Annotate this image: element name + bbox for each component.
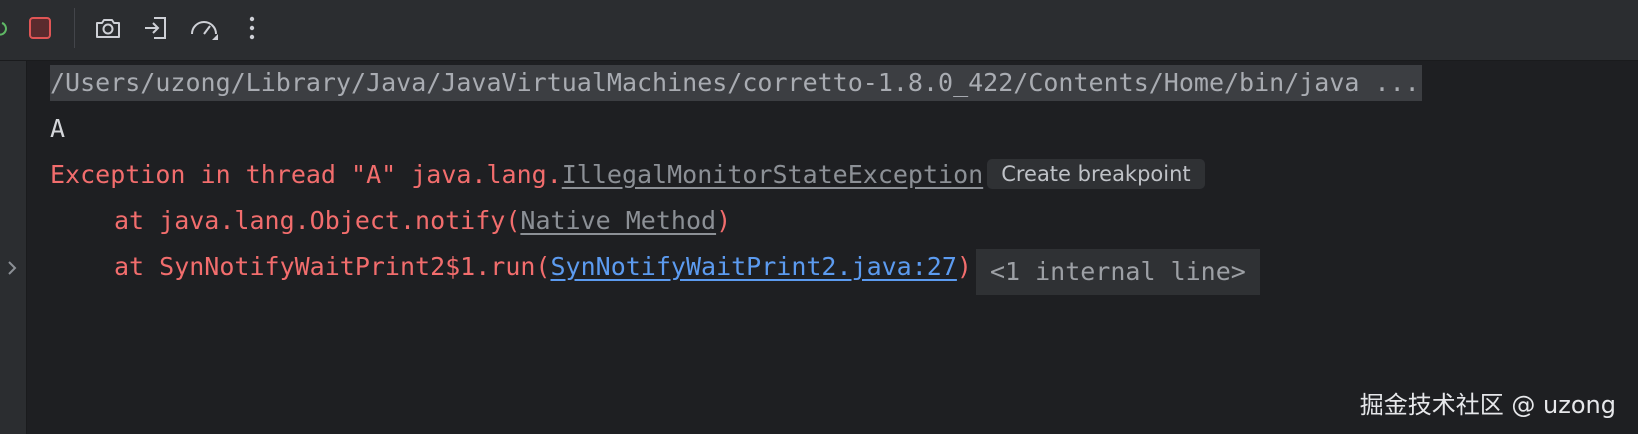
stack-frame-prefix: at SynNotifyWaitPrint2$1.run( xyxy=(114,252,551,281)
exception-prefix: Exception in thread "A" java.lang. xyxy=(50,160,562,189)
console-gutter xyxy=(0,61,27,434)
stack-frame: at SynNotifyWaitPrint2$1.run(SynNotifyWa… xyxy=(114,249,1260,295)
exception-class-link[interactable]: IllegalMonitorStateException xyxy=(562,160,983,189)
run-console-window: /Users/uzong/Library/Java/JavaVirtualMac… xyxy=(0,0,1638,434)
exception-line: Exception in thread "A" java.lang.Illega… xyxy=(50,157,1205,193)
rerun-icon[interactable] xyxy=(0,8,10,48)
chevron-right-icon[interactable] xyxy=(2,257,24,279)
stack-frame-suffix: ) xyxy=(716,206,732,235)
console-toolbar xyxy=(0,0,1638,61)
more-icon[interactable] xyxy=(232,8,272,48)
output-line: A xyxy=(50,114,66,143)
restore-layout-icon[interactable] xyxy=(136,8,176,48)
stack-frame-prefix: at java.lang.Object.notify( xyxy=(114,206,521,235)
command-line[interactable]: /Users/uzong/Library/Java/JavaVirtualMac… xyxy=(50,65,1422,101)
console-output: /Users/uzong/Library/Java/JavaVirtualMac… xyxy=(26,61,1638,434)
folded-internal-lines[interactable]: <1 internal line> xyxy=(975,249,1260,295)
native-method-link[interactable]: Native Method xyxy=(520,206,716,235)
stack-frame: at java.lang.Object.notify(Native Method… xyxy=(114,203,731,239)
stop-icon[interactable] xyxy=(20,8,60,48)
source-file-link[interactable]: SynNotifyWaitPrint2.java:27 xyxy=(551,252,957,281)
screenshot-icon[interactable] xyxy=(88,8,128,48)
watermark: 掘金技术社区 @ uzong xyxy=(1359,391,1616,419)
stack-frame-suffix: ) xyxy=(956,252,972,281)
profiler-icon[interactable] xyxy=(184,8,224,48)
toolbar-separator xyxy=(74,8,75,48)
create-breakpoint-button[interactable]: Create breakpoint xyxy=(987,159,1205,189)
